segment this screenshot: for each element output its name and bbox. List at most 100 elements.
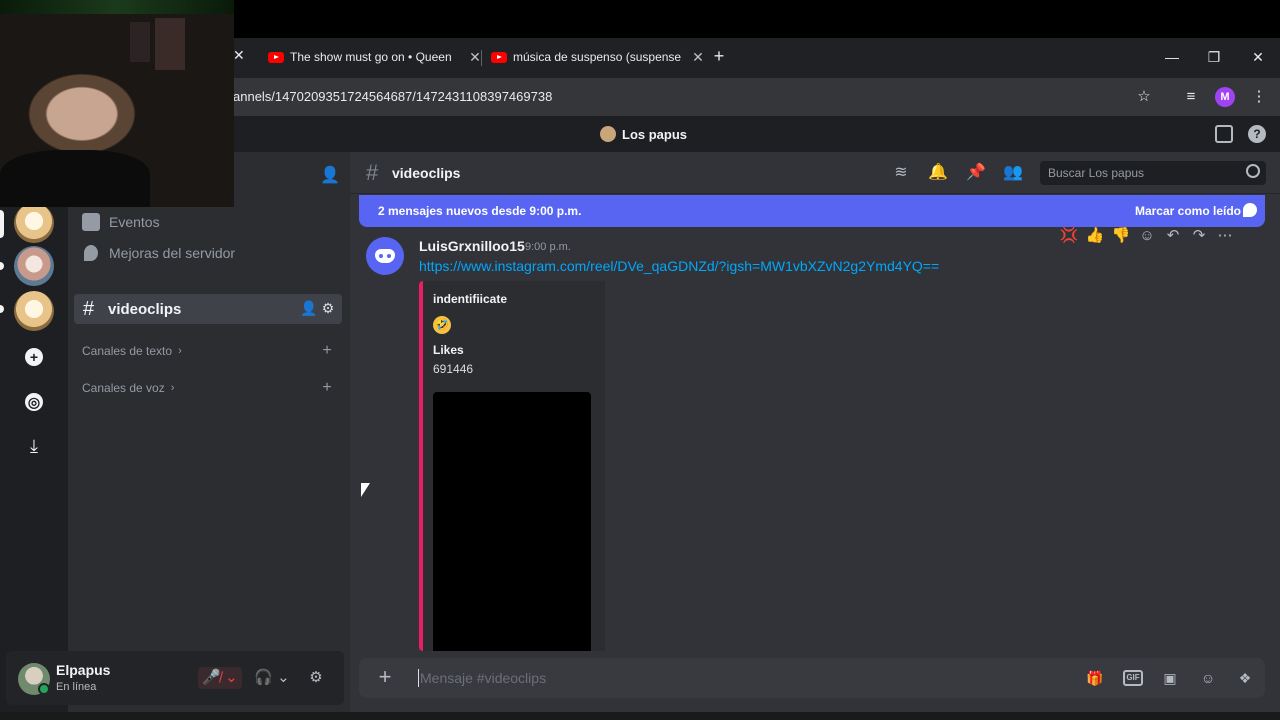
- media-control-icon[interactable]: ≡: [1180, 86, 1202, 108]
- message-author-avatar[interactable]: [366, 237, 404, 275]
- message-actions: 💢 👍 👎 ☺ ↶ ↷ ⋯: [1056, 222, 1252, 248]
- discord-logo-icon: [375, 249, 395, 263]
- hash-icon: #: [83, 297, 95, 320]
- mark-as-read-button[interactable]: Marcar como leído: [1135, 204, 1241, 218]
- add-text-channel-button[interactable]: +: [320, 343, 334, 359]
- online-status-dot: [38, 683, 50, 695]
- embed-field-name: Likes: [433, 343, 464, 357]
- youtube-icon: [268, 51, 284, 63]
- explore-servers-button[interactable]: ◎: [14, 381, 54, 421]
- add-server-button[interactable]: +: [14, 336, 54, 376]
- reply-icon[interactable]: ↶: [1160, 226, 1186, 244]
- server-icon-face[interactable]: [14, 246, 54, 286]
- more-options-icon[interactable]: ⋯: [1212, 226, 1238, 244]
- gif-icon[interactable]: GIF: [1123, 670, 1143, 686]
- tab-suspenso[interactable]: música de suspenso (suspense ✕: [491, 44, 707, 70]
- member-list-icon[interactable]: 👥: [1003, 163, 1023, 183]
- apps-icon[interactable]: ❖: [1235, 668, 1255, 688]
- message-author[interactable]: LuisGrxnilloo15: [419, 238, 525, 254]
- user-settings-icon[interactable]: ⚙: [306, 667, 326, 689]
- help-icon[interactable]: ?: [1248, 125, 1266, 143]
- server-icon-dog[interactable]: [14, 203, 54, 243]
- new-tab-button[interactable]: +: [710, 46, 728, 66]
- embed-title: indentifiicate: [433, 292, 508, 306]
- server-icon-dog[interactable]: [14, 291, 54, 331]
- embed-field-value: 691446: [433, 362, 474, 376]
- hash-icon: #: [366, 160, 379, 185]
- youtube-icon: [491, 51, 507, 63]
- user-name: Elpapus: [56, 662, 111, 678]
- threads-icon[interactable]: ≋: [891, 163, 911, 183]
- server-icon: [600, 126, 616, 142]
- bookmark-star-icon[interactable]: ☆: [1133, 86, 1155, 108]
- gift-icon[interactable]: 🎁: [1085, 668, 1105, 688]
- download-apps-button[interactable]: ⤓: [14, 426, 54, 466]
- pinned-messages-icon[interactable]: 📌: [966, 163, 986, 183]
- sidebar-item-events[interactable]: Eventos: [82, 213, 160, 231]
- channel-name: videoclips: [108, 300, 182, 318]
- category-label: Canales de texto: [82, 344, 173, 358]
- reaction-thumbs-down-icon[interactable]: 👎: [1108, 226, 1134, 244]
- message-timestamp: 9:00 p.m.: [525, 241, 571, 253]
- upload-plus-button[interactable]: +: [374, 666, 396, 688]
- notification-bell-icon[interactable]: 🔔: [928, 163, 948, 183]
- tab-title: The show must go on • Queen: [290, 50, 452, 64]
- tab-queen[interactable]: The show must go on • Queen ✕: [268, 44, 484, 70]
- url-field[interactable]: annels/1470209351724564687/1472431108397…: [233, 89, 552, 104]
- browser-menu-icon[interactable]: ⋮: [1248, 86, 1270, 108]
- search-icon: [1246, 164, 1260, 178]
- mute-microphone-button[interactable]: 🎤̸ ⌄: [198, 667, 242, 689]
- boost-icon: [84, 245, 98, 261]
- webcam-background: [130, 22, 150, 62]
- tab-title: música de suspenso (suspense: [513, 50, 682, 64]
- calendar-icon: [82, 213, 100, 231]
- sidebar-item-boosts[interactable]: Mejoras del servidor: [82, 245, 235, 261]
- embed-video[interactable]: [433, 392, 591, 651]
- user-status: En línea: [56, 681, 97, 693]
- new-messages-label: 2 mensajes nuevos desde 9:00 p.m.: [378, 204, 582, 218]
- webcam-overlay: [0, 0, 234, 207]
- server-name: Los papus: [622, 126, 688, 142]
- server-title: Los papus: [600, 126, 687, 142]
- profile-avatar[interactable]: M: [1215, 87, 1235, 107]
- embed-emoji: 🤣: [433, 316, 451, 334]
- category-label: Canales de voz: [82, 381, 165, 395]
- close-window-button[interactable]: ✕: [1246, 46, 1270, 68]
- server-selected-pill: [0, 210, 4, 238]
- category-voice-channels[interactable]: Canales de voz ›: [82, 381, 174, 395]
- chevron-right-icon: ›: [178, 345, 182, 357]
- add-voice-channel-button[interactable]: +: [320, 380, 334, 396]
- category-text-channels[interactable]: Canales de texto ›: [82, 344, 182, 358]
- webcam-background: [155, 18, 185, 70]
- channel-settings-icon[interactable]: ⚙: [320, 300, 336, 316]
- add-reaction-icon[interactable]: ☺: [1134, 227, 1160, 244]
- sidebar-item-label: Mejoras del servidor: [109, 245, 236, 261]
- emoji-icon[interactable]: ☺: [1198, 668, 1218, 688]
- channel-sidebar: [68, 152, 350, 720]
- message-input[interactable]: [418, 669, 1058, 687]
- create-invite-icon[interactable]: 👤: [300, 300, 317, 316]
- tab-separator: [481, 50, 482, 66]
- taskbar-edge: [0, 712, 1280, 720]
- search-input[interactable]: Buscar Los papus: [1040, 161, 1266, 185]
- webcam-background: [0, 0, 234, 14]
- tab-close-button[interactable]: ✕: [689, 49, 707, 66]
- user-panel: [6, 651, 344, 705]
- chevron-right-icon: ›: [170, 382, 175, 394]
- deafen-headphones-button[interactable]: 🎧 ⌄: [252, 667, 292, 689]
- message-link[interactable]: https://www.instagram.com/reel/DVe_qaGDN…: [419, 258, 939, 274]
- reaction-heart-icon[interactable]: 💢: [1056, 226, 1082, 244]
- minimize-button[interactable]: —: [1160, 46, 1184, 68]
- sidebar-item-label: Eventos: [109, 214, 160, 230]
- channel-videoclips[interactable]: # videoclips 👤 ⚙: [74, 294, 342, 324]
- forward-icon[interactable]: ↷: [1186, 226, 1212, 244]
- invite-people-icon[interactable]: 👤: [320, 165, 340, 184]
- channel-title: videoclips: [392, 165, 461, 181]
- restore-button[interactable]: ❐: [1202, 46, 1226, 68]
- reaction-thumbs-up-icon[interactable]: 👍: [1082, 226, 1108, 244]
- search-placeholder: Buscar Los papus: [1048, 166, 1145, 180]
- tab-close-button[interactable]: ✕: [233, 47, 247, 65]
- sticker-icon[interactable]: ▣: [1160, 668, 1180, 688]
- inbox-icon[interactable]: [1215, 125, 1233, 143]
- mouse-cursor-icon: [361, 483, 370, 497]
